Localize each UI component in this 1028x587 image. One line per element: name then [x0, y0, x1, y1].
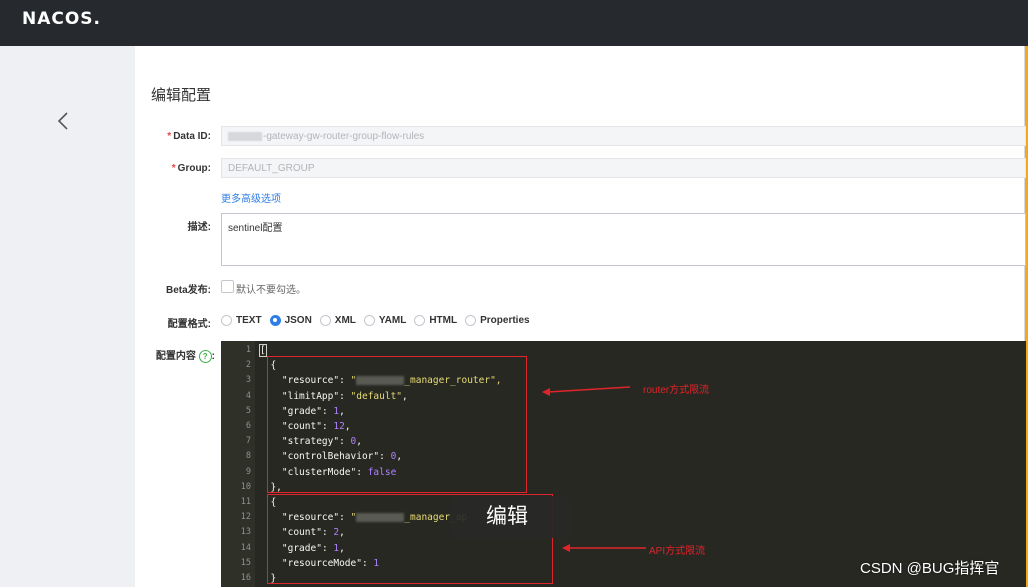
line-number: 14	[240, 542, 251, 553]
radio-json[interactable]: JSON	[269, 314, 312, 326]
group-input[interactable]: DEFAULT_GROUP	[221, 158, 1026, 178]
nacos-logo[interactable]: NACOS.	[22, 9, 101, 29]
required-marker: *	[167, 131, 172, 142]
radio-text[interactable]: TEXT	[221, 314, 262, 326]
data-id-label: * Data ID:	[167, 131, 211, 142]
line-number: 10	[240, 481, 251, 492]
line-number: 15	[240, 557, 251, 568]
data-id-input[interactable]: -gateway-gw-router-group-flow-rules	[221, 126, 1026, 146]
help-icon[interactable]: ?	[198, 349, 212, 363]
radio-circle	[465, 314, 477, 326]
page-title: 编辑配置	[151, 87, 212, 104]
line-number: 2	[245, 360, 251, 371]
line-number: 11	[240, 497, 251, 507]
router-highlight-box	[267, 356, 527, 493]
radio-properties[interactable]: Properties	[465, 314, 530, 326]
top-navbar: NACOS.	[0, 0, 1028, 46]
line-number: 7	[245, 436, 251, 447]
line-number: 8	[245, 451, 251, 462]
arrow-icon	[562, 544, 646, 552]
required-marker: *	[171, 163, 176, 174]
radio-html[interactable]: HTML	[414, 314, 457, 326]
line-number: 6	[245, 421, 251, 431]
beta-checkbox-label: 默认不要勾选。	[236, 285, 306, 296]
advanced-options-link[interactable]: 更多高级选项	[221, 190, 281, 205]
line-number: 1	[245, 345, 251, 355]
sidebar	[0, 46, 135, 587]
content-label: 配置内容 ?:	[155, 349, 215, 363]
line-number: 9	[245, 466, 251, 477]
radio-circle	[363, 314, 375, 326]
line-number: 13	[240, 527, 251, 538]
line-number: 4	[245, 390, 251, 401]
router-annotation: router方式限流	[643, 385, 710, 396]
code-text: [	[259, 344, 267, 357]
radio-circle	[319, 314, 331, 326]
beta-label: Beta发布:	[165, 285, 211, 296]
description-textarea[interactable]: sentinel配置	[221, 213, 1026, 266]
line-number: 5	[245, 405, 251, 416]
masked-text	[228, 131, 262, 141]
watermark: CSDN @BUG指挥官	[860, 560, 1000, 577]
line-number: 16	[240, 573, 251, 583]
beta-checkbox[interactable]	[221, 280, 234, 293]
api-annotation: API方式限流	[649, 546, 706, 557]
radio-circle	[269, 314, 281, 326]
radio-circle	[221, 314, 232, 326]
radio-yaml[interactable]: YAML	[363, 314, 406, 326]
arrow-icon	[542, 386, 631, 396]
format-label: 配置格式:	[167, 319, 211, 330]
line-number: 3	[245, 375, 251, 386]
edit-tooltip: 编辑	[450, 496, 570, 538]
group-label: * Group:	[171, 163, 211, 174]
description-label: 描述:	[187, 222, 211, 233]
radio-circle	[414, 314, 426, 326]
radio-xml[interactable]: XML	[319, 314, 356, 326]
chevron-left-icon[interactable]	[55, 110, 71, 132]
line-number: 12	[240, 512, 251, 523]
format-radio-group: TEXT JSON XML YAML HTML Properties	[221, 313, 538, 327]
